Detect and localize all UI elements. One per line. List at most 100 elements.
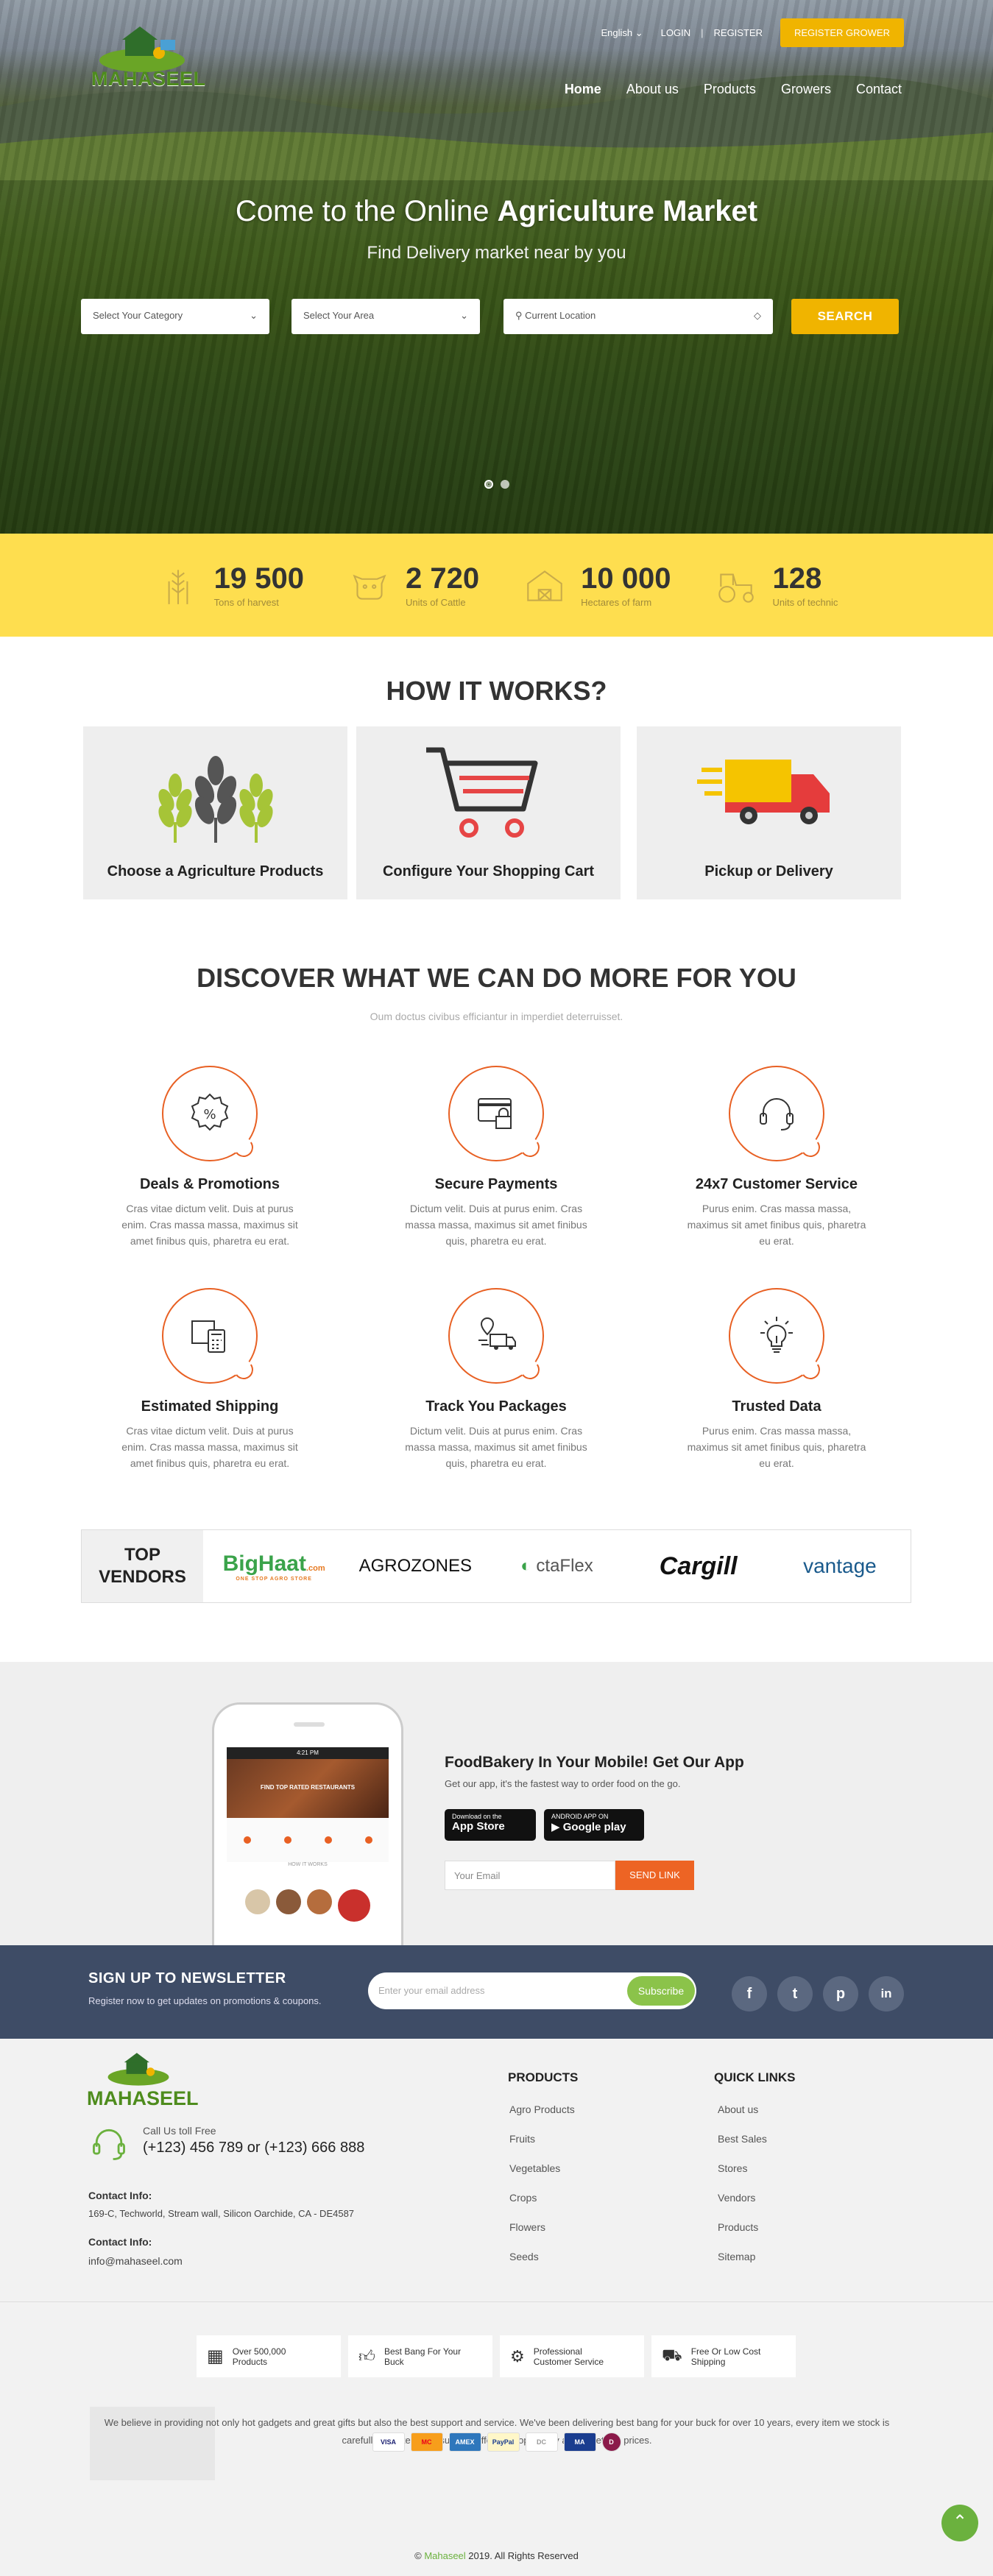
farm-logo-icon xyxy=(99,26,185,72)
tractor-icon xyxy=(718,573,755,603)
service-text: Purus enim. Cras massa massa, maximus si… xyxy=(687,1203,866,1247)
crosshair-icon[interactable]: ◇ xyxy=(754,310,761,323)
newsletter: SIGN UP TO NEWSLETTER Register now to ge… xyxy=(0,1945,993,2039)
brand-name: MAHASEEL xyxy=(91,68,206,90)
send-link-button[interactable]: SEND LINK xyxy=(615,1861,694,1890)
footer-link[interactable]: Seeds xyxy=(509,2251,539,2262)
email-label: Contact Info: xyxy=(88,2236,152,2248)
stat-technic: 128 Units of technic xyxy=(713,562,838,608)
facebook-icon[interactable]: f xyxy=(732,1976,767,2011)
copyright: © Mahaseel 2019. All Rights Reserved xyxy=(414,2550,579,2561)
footer-link[interactable]: Fruits xyxy=(509,2133,535,2145)
feature-value: 👍︎ Best Bang For Your Buck xyxy=(348,2335,492,2377)
service-payments: Secure Payments Dictum velit. Duis at pur… xyxy=(400,1066,592,1249)
top-bar: English ⌄ LOGIN | REGISTER REGISTER GROW… xyxy=(601,18,904,47)
login-link[interactable]: LOGIN xyxy=(661,27,690,38)
area-select[interactable]: Select Your Area ⌄ xyxy=(291,299,480,334)
footer-link[interactable]: Agro Products xyxy=(509,2103,575,2115)
leaf-icon: ◐ xyxy=(520,1556,531,1576)
subscribe-button[interactable]: Subscribe xyxy=(627,1976,695,2006)
slide-dot-1[interactable] xyxy=(484,480,493,489)
service-shipping: Estimated Shipping Cras vitae dictum veli… xyxy=(114,1288,305,1471)
phone-screen: 4:21 PM FIND TOP RATED RESTAURANTS HOW I… xyxy=(227,1747,389,1953)
paypal-icon: PayPal xyxy=(487,2432,520,2452)
footer-link[interactable]: Products xyxy=(718,2221,758,2233)
nav-contact[interactable]: Contact xyxy=(856,82,902,97)
separator: | xyxy=(701,27,704,38)
discover-icon: D xyxy=(601,2432,621,2452)
register-grower-button[interactable]: REGISTER GROWER xyxy=(780,18,904,47)
boxes-icon: ▦ xyxy=(207,2346,224,2366)
footer-link[interactable]: Sitemap xyxy=(718,2251,755,2262)
newsletter-text: Register now to get updates on promotion… xyxy=(88,1995,322,2006)
cow-icon xyxy=(353,574,386,600)
thumbs-up-icon: 👍︎ xyxy=(358,2347,375,2366)
back-to-top-button[interactable]: ⌃ xyxy=(941,2505,978,2541)
links-title: QUICK LINKS xyxy=(714,2070,796,2084)
headset-icon xyxy=(93,2129,125,2160)
gears-icon: ⚙ xyxy=(510,2346,525,2366)
search-button[interactable]: SEARCH xyxy=(791,299,899,334)
language-selector[interactable]: English ⌄ xyxy=(601,27,643,39)
pinterest-icon[interactable]: p xyxy=(823,1976,858,2011)
how-step-choose: Choose a Agriculture Products xyxy=(83,726,347,899)
service-deals: % Deals & Promotions Cras vitae dictum ve… xyxy=(114,1066,305,1249)
linkedin-icon[interactable]: in xyxy=(869,1976,904,2011)
feature-products: ▦ Over 500,000 Products xyxy=(197,2335,341,2377)
footer-link[interactable]: Vegetables xyxy=(509,2162,560,2174)
cart-icon xyxy=(426,747,538,838)
nav-growers[interactable]: Growers xyxy=(781,82,831,97)
stats-bar: 19 500 Tons of harvest 2 720 Units of Catt… xyxy=(0,534,993,637)
visa-icon: VISA xyxy=(372,2432,405,2452)
address: 169-C, Techworld, Stream wall, Silicon O… xyxy=(88,2208,355,2219)
vendor-ctaflex[interactable]: ◐ ctaFlex xyxy=(486,1556,627,1577)
lightbulb-icon xyxy=(760,1317,793,1353)
service-text: Dictum velit. Duis at purus enim. Cras m… xyxy=(405,1425,587,1469)
slide-dot-2[interactable] xyxy=(500,480,509,489)
service-title: Trusted Data xyxy=(732,1398,821,1415)
service-title: Deals & Promotions xyxy=(139,1176,280,1192)
stat-farm: 10 000 Hectares of farm xyxy=(522,562,671,608)
app-email-input[interactable]: Your Email xyxy=(445,1861,615,1890)
amex-icon: AMEX xyxy=(448,2432,481,2452)
app-store-button[interactable]: Download on the App Store xyxy=(445,1809,536,1841)
service-trusted: Trusted Data Purus enim. Cras massa massa… xyxy=(681,1288,872,1471)
vendor-agrozones[interactable]: AGROZONES xyxy=(344,1556,486,1577)
category-select[interactable]: Select Your Category ⌄ xyxy=(81,299,269,334)
app-title: FoodBakery In Your Mobile! Get Our App xyxy=(445,1754,744,1771)
footer-logo[interactable]: MAHASEEL xyxy=(87,2050,199,2109)
contact-label: Contact Info: xyxy=(88,2190,152,2201)
footer-link[interactable]: Crops xyxy=(509,2192,537,2204)
twitter-icon[interactable]: t xyxy=(777,1976,813,2011)
truck-icon: ⛟ xyxy=(662,2346,682,2364)
chevron-up-icon: ⌃ xyxy=(952,2512,968,2532)
nav-home[interactable]: Home xyxy=(565,82,601,97)
footer-link[interactable]: Flowers xyxy=(509,2221,545,2233)
service-title: Estimated Shipping xyxy=(141,1398,279,1415)
service-track: Track You Packages Dictum velit. Duis at … xyxy=(400,1288,592,1471)
register-link[interactable]: REGISTER xyxy=(714,27,763,38)
discover-subtitle: Oum doctus civibus efficiantur in imperd… xyxy=(370,1011,623,1022)
footer-link[interactable]: About us xyxy=(718,2103,758,2115)
vendor-vantage[interactable]: vantage xyxy=(769,1554,911,1578)
phone-number: (+123) 456 789 or (+123) 666 888 xyxy=(143,2140,365,2156)
email-link[interactable]: info@mahaseel.com xyxy=(88,2255,183,2267)
location-input[interactable]: ⚲ Current Location ◇ xyxy=(503,299,773,334)
google-play-button[interactable]: ANDROID APP ON ▶ Google play xyxy=(544,1809,644,1841)
vendor-cargill[interactable]: Cargill xyxy=(628,1552,769,1581)
discover-title: DISCOVER WHAT WE CAN DO MORE FOR YOU xyxy=(197,963,796,993)
nav-about[interactable]: About us xyxy=(626,82,679,97)
footer-link[interactable]: Stores xyxy=(718,2162,747,2174)
how-step-label: Pickup or Delivery xyxy=(704,863,833,880)
footer-link[interactable]: Vendors xyxy=(718,2192,755,2204)
footer-link[interactable]: Best Sales xyxy=(718,2133,767,2145)
wheat-icon xyxy=(158,756,273,843)
nav-products[interactable]: Products xyxy=(704,82,756,97)
how-step-cart: Configure Your Shopping Cart xyxy=(356,726,621,899)
headset-icon xyxy=(760,1098,794,1130)
how-step-delivery: Pickup or Delivery xyxy=(637,726,901,899)
vendor-bighaat[interactable]: BigHaat.com ONE STOP AGRO STORE xyxy=(203,1551,344,1582)
logo[interactable]: MAHASEEL xyxy=(87,22,205,96)
call-label: Call Us toll Free xyxy=(143,2125,216,2137)
calculator-box-icon xyxy=(191,1320,225,1353)
